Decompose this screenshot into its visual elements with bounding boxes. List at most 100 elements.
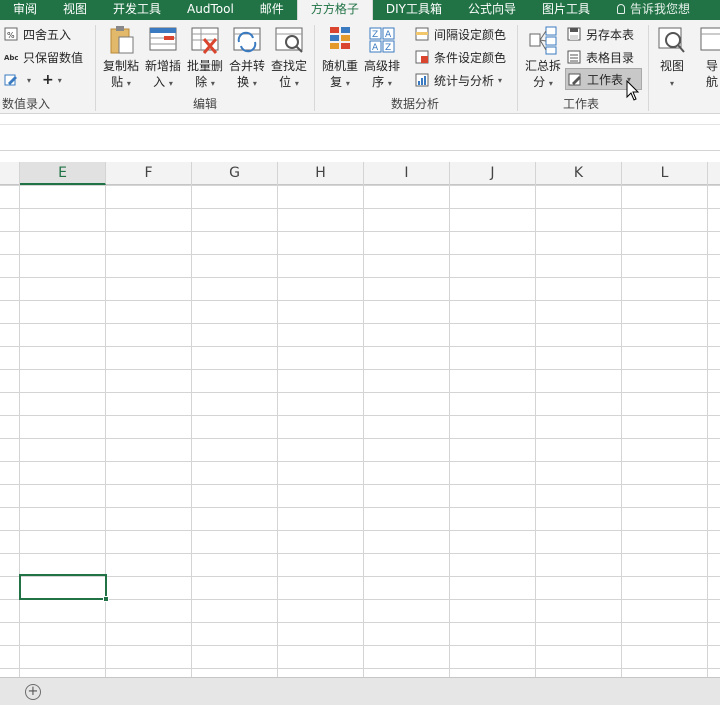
column-header[interactable]: F [106, 162, 192, 185]
interval-color-button[interactable]: 间隔设定颜色 [415, 24, 506, 44]
summary-split-label-1: 汇总拆 [524, 59, 561, 73]
column-header[interactable]: H [278, 162, 364, 185]
column-header[interactable]: E [20, 162, 106, 185]
chevron-down-icon: ▾ [294, 79, 299, 88]
stats-button[interactable]: 统计与分析 ▾ [415, 70, 502, 90]
merge-convert-button[interactable]: 合并转 换 ▾ [227, 24, 267, 92]
tab-2[interactable]: 开发工具 [100, 0, 174, 20]
chevron-down-icon: ▾ [126, 79, 131, 88]
edit-pencil-icon [4, 74, 17, 86]
tab-6[interactable]: DIY工具箱 [373, 0, 455, 20]
fill-handle[interactable] [103, 596, 109, 602]
advanced-sort-label-2: 序 [372, 75, 385, 89]
round-button[interactable]: % 四舍五入 [4, 24, 71, 44]
column-header[interactable]: J [450, 162, 536, 185]
cond-color-button[interactable]: 条件设定颜色 [415, 47, 506, 67]
svg-text:Z: Z [372, 30, 378, 40]
random-repeat-button[interactable]: 随机重 复 ▾ [320, 24, 360, 92]
chevron-down-icon: ▾ [252, 79, 257, 88]
batch-delete-button[interactable]: 批量删 除 ▾ [185, 24, 225, 92]
grid-lines [0, 185, 720, 677]
random-repeat-label-1: 随机重 [321, 59, 358, 73]
column-header[interactable]: I [364, 162, 450, 185]
svg-text:Z: Z [385, 43, 391, 53]
delete-table-icon [191, 27, 219, 54]
tell-me-search[interactable]: 告诉我您想 [603, 0, 703, 20]
add-insert-label-1: 新增插 [144, 59, 181, 73]
copy-paste-button[interactable]: 复制粘 贴 ▾ [101, 24, 141, 92]
advanced-sort-button[interactable]: ZAAZ 高级排 序 ▾ [362, 24, 402, 92]
group-label-numeric: 数值录入 [2, 97, 51, 111]
chevron-down-icon: ▾ [669, 79, 674, 88]
save-sheet-icon [567, 27, 581, 41]
lightbulb-icon [616, 4, 625, 14]
tab-3[interactable]: AudTool [174, 0, 247, 20]
nav-label-1: 导 [706, 59, 719, 73]
merge-convert-icon [233, 27, 261, 53]
chevron-down-icon: ▾ [57, 75, 62, 85]
svg-text:%: % [7, 31, 15, 40]
tab-4[interactable]: 邮件 [247, 0, 297, 20]
chevron-down-icon: ▾ [548, 79, 553, 88]
insert-table-icon [149, 27, 177, 51]
add-insert-button[interactable]: 新增插 入 ▾ [143, 24, 183, 92]
separator [648, 25, 649, 111]
view-magnify-icon [658, 27, 685, 53]
round-label: 四舍五入 [23, 27, 72, 42]
batch-delete-label-2: 除 [195, 75, 208, 89]
tab-0[interactable]: 审阅 [0, 0, 50, 20]
tab-1[interactable]: 视图 [50, 0, 100, 20]
mouse-cursor-icon [626, 80, 640, 101]
view-button[interactable]: 视图 ▾ [652, 24, 692, 92]
sheet-catalog-icon [567, 50, 581, 64]
summary-split-icon [529, 26, 557, 55]
svg-text:A: A [385, 30, 392, 40]
cond-color-icon [415, 50, 429, 64]
interval-color-icon [415, 27, 429, 41]
tab-5[interactable]: 方方格子 [296, 0, 373, 20]
chevron-down-icon: ▾ [168, 79, 173, 88]
summary-split-button[interactable]: 汇总拆 分 ▾ [523, 24, 563, 92]
chevron-down-icon: ▾ [210, 79, 215, 88]
random-repeat-label-2: 复 [330, 75, 343, 89]
merge-convert-label-2: 换 [237, 75, 250, 89]
plus-label: + [42, 72, 54, 88]
chevron-down-icon: ▾ [27, 75, 32, 85]
keep-value-label: 只保留数值 [23, 50, 84, 65]
interval-color-label: 间隔设定颜色 [434, 27, 507, 42]
summary-split-label-2: 分 [533, 75, 546, 89]
copy-paste-label-2: 贴 [111, 75, 124, 89]
group-label-analysis: 数据分析 [391, 97, 440, 111]
find-locate-button[interactable]: 查找定 位 ▾ [269, 24, 309, 92]
find-locate-label-1: 查找定 [270, 59, 307, 73]
column-header-row: EFGHIJKL [0, 162, 720, 185]
spreadsheet-grid[interactable]: EFGHIJKL [0, 162, 720, 677]
navigation-button[interactable]: 导 航 [698, 24, 720, 92]
clipboard-icon [110, 26, 134, 54]
copy-paste-label-1: 复制粘 [102, 59, 139, 73]
sheet-tab-bar: + [0, 677, 720, 705]
find-locate-label-2: 位 [279, 75, 292, 89]
save-sheet-button[interactable]: 另存本表 [567, 24, 634, 44]
plus-dropdown-button[interactable]: + ▾ [42, 70, 62, 90]
sheet-catalog-label: 表格目录 [586, 50, 635, 65]
tab-8[interactable]: 图片工具 [529, 0, 603, 20]
column-header[interactable]: L [622, 162, 708, 185]
formula-bar-area[interactable] [0, 115, 720, 151]
add-sheet-icon[interactable]: + [25, 684, 41, 700]
advanced-sort-label-1: 高级排 [363, 59, 400, 73]
edit-dropdown-button[interactable]: ▾ [4, 70, 31, 90]
column-header[interactable]: G [192, 162, 278, 185]
worksheet-label: 工作表 [587, 72, 624, 87]
keep-value-button[interactable]: Abc 只保留数值 [4, 47, 83, 67]
chevron-down-icon: ▾ [345, 79, 350, 88]
formula-bar-divider [0, 124, 720, 125]
svg-text:Abc: Abc [4, 54, 18, 62]
separator [314, 25, 315, 111]
sheet-catalog-button[interactable]: 表格目录 [567, 47, 634, 67]
tell-me-label: 告诉我您想 [629, 2, 690, 16]
tab-7[interactable]: 公式向导 [455, 0, 529, 20]
column-header[interactable]: K [536, 162, 622, 185]
selected-cell[interactable] [19, 574, 109, 602]
chevron-down-icon: ▾ [498, 75, 503, 85]
